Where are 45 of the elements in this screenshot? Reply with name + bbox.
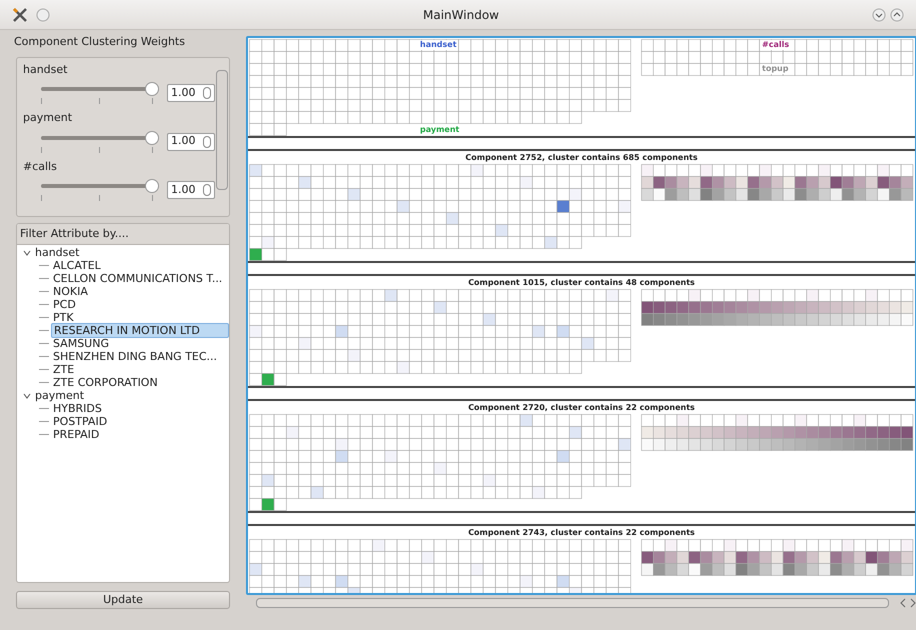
tree-item[interactable]: PCD	[51, 298, 78, 311]
spin-box[interactable]: 1.00	[167, 132, 215, 150]
tree-item[interactable]: ALCATEL	[51, 259, 103, 272]
slider[interactable]	[41, 179, 159, 201]
tree-item[interactable]: ZTE	[51, 363, 76, 376]
update-button[interactable]: Update	[16, 590, 230, 608]
panel-title: Component Clustering Weights	[14, 34, 186, 50]
horizontal-scrollbar[interactable]	[256, 598, 889, 608]
component-title: Component 2743, cluster contains 22 components	[467, 527, 696, 539]
component-title: Component 2752, cluster contains 685 components	[464, 152, 699, 164]
spin-box[interactable]: 1.00	[167, 84, 215, 102]
component-title: Component 1015, cluster contains 48 components	[467, 277, 696, 289]
weight-label: payment	[23, 110, 74, 126]
vertical-scrollbar[interactable]	[216, 70, 228, 190]
tree-item[interactable]: RESEARCH IN MOTION LTD	[51, 323, 229, 338]
tree-item[interactable]: HYBRIDS	[51, 402, 104, 415]
slider[interactable]	[41, 130, 159, 152]
weight-label: handset	[23, 62, 68, 78]
tree-item[interactable]: PREPAID	[51, 428, 102, 441]
tree-item[interactable]: PTK	[51, 311, 76, 324]
tree-item[interactable]: SAMSUNG	[51, 337, 111, 350]
tree-item[interactable]: ZTE CORPORATION	[51, 376, 160, 389]
tree-item[interactable]: CELLON COMMUNICATIONS T...	[51, 272, 224, 285]
maximize-button[interactable]	[890, 8, 904, 22]
tree-item[interactable]: payment	[33, 389, 86, 402]
scroll-arrows-icon[interactable]	[899, 598, 916, 608]
spin-box[interactable]: 1.00	[167, 181, 215, 199]
slider[interactable]	[41, 82, 159, 104]
tools-icon[interactable]	[12, 6, 28, 22]
component-title: Component 2720, cluster contains 22 components	[467, 402, 696, 414]
legend-label: handset	[419, 40, 458, 50]
tree-item[interactable]: NOKIA	[51, 285, 90, 298]
legend-label: payment	[419, 125, 460, 135]
legend-label: #calls	[761, 40, 790, 50]
window-menu-button[interactable]	[36, 8, 50, 22]
tree-item[interactable]: handset	[33, 246, 82, 259]
weight-label: #calls	[23, 158, 58, 174]
legend-label: topup	[761, 64, 790, 74]
tree-item[interactable]: SHENZHEN DING BANG TEC...	[51, 350, 220, 363]
caret-icon[interactable]	[23, 248, 31, 256]
window-title: MainWindow	[422, 6, 500, 24]
tree-item[interactable]: POSTPAID	[51, 415, 110, 428]
caret-icon[interactable]	[23, 392, 31, 400]
minimize-button[interactable]	[872, 8, 886, 22]
tree-header: Filter Attribute by....	[17, 224, 229, 245]
